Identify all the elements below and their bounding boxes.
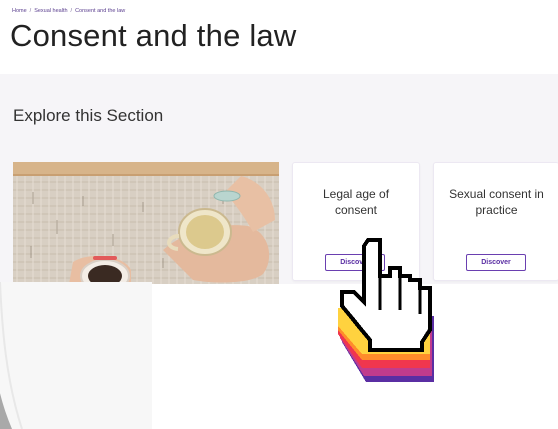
pointing-hand-cursor-icon [338, 238, 434, 382]
coffee-hands-illustration [13, 162, 279, 284]
breadcrumb-separator: / [29, 8, 32, 14]
page-header: Home / Sexual health / Consent and the law C… [0, 0, 558, 74]
breadcrumb: Home / Sexual health / Consent and the law [12, 8, 125, 14]
coffee-hands-photo [13, 162, 279, 284]
card-sexual-consent-in-practice[interactable]: Sexual consent in practice Discover [433, 162, 558, 281]
breadcrumb-separator: / [70, 8, 73, 14]
card-title: Legal age of consent [322, 187, 390, 217]
page-title: Consent and the law [10, 18, 297, 53]
background-curve-shape [0, 282, 23, 429]
discover-button[interactable]: Discover [466, 254, 526, 271]
breadcrumb-home-link[interactable]: Home [12, 8, 27, 14]
breadcrumb-section-link[interactable]: Sexual health [34, 8, 67, 14]
lower-left-panel [0, 282, 152, 429]
explore-section: Explore this Section Legal age of consen… [0, 74, 558, 284]
breadcrumb-current: Consent and the law [75, 8, 126, 14]
explore-heading: Explore this Section [13, 106, 164, 125]
card-title: Sexual consent in practice [449, 187, 544, 217]
